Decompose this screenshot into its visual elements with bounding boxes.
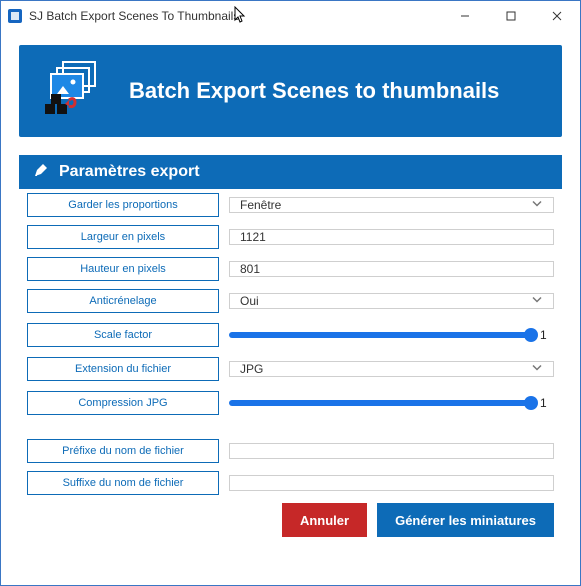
input-width[interactable] (229, 229, 554, 245)
cursor-icon (233, 6, 247, 27)
slider-value: 1 (540, 396, 554, 410)
select-antialias[interactable]: Oui (229, 293, 554, 309)
section-title: Paramètres export (59, 163, 200, 181)
select-file-ext[interactable]: JPG (229, 361, 554, 377)
label-antialias: Anticrénelage (27, 289, 219, 313)
prefix-field[interactable] (240, 444, 543, 458)
titlebar: SJ Batch Export Scenes To Thumbnails (1, 1, 580, 31)
row-prefix: Préfixe du nom de fichier (27, 439, 554, 463)
input-suffix[interactable] (229, 475, 554, 491)
label-height: Hauteur en pixels (27, 257, 219, 281)
section-header: Paramètres export (19, 155, 562, 189)
window-title: SJ Batch Export Scenes To Thumbnails (29, 9, 239, 23)
slider-thumb[interactable] (524, 396, 538, 410)
slider-track[interactable] (229, 332, 536, 338)
height-field[interactable] (240, 262, 543, 276)
row-width: Largeur en pixels (27, 225, 554, 249)
banner-icon (43, 60, 109, 122)
row-suffix: Suffixe du nom de fichier (27, 471, 554, 495)
form: Garder les proportions Fenêtre Largeur e… (19, 189, 562, 495)
actions: Annuler Générer les miniatures (19, 495, 562, 537)
content: Batch Export Scenes to thumbnails Paramè… (1, 31, 580, 585)
chevron-down-icon (531, 198, 543, 213)
maximize-button[interactable] (488, 1, 534, 31)
select-keep-proportions[interactable]: Fenêtre (229, 197, 554, 213)
banner: Batch Export Scenes to thumbnails (19, 45, 562, 137)
minimize-button[interactable] (442, 1, 488, 31)
label-width: Largeur en pixels (27, 225, 219, 249)
label-scale-factor: Scale factor (27, 323, 219, 347)
chevron-down-icon (531, 362, 543, 377)
label-prefix: Préfixe du nom de fichier (27, 439, 219, 463)
slider-thumb[interactable] (524, 328, 538, 342)
close-button[interactable] (534, 1, 580, 31)
chevron-down-icon (531, 294, 543, 309)
row-jpg-compression: Compression JPG 1 (27, 389, 554, 417)
row-scale-factor: Scale factor 1 (27, 321, 554, 349)
label-file-ext: Extension du fichier (27, 357, 219, 381)
select-value: JPG (240, 362, 263, 376)
slider-jpg-compression[interactable]: 1 (229, 389, 554, 417)
label-suffix: Suffixe du nom de fichier (27, 471, 219, 495)
select-value: Oui (240, 294, 259, 308)
input-height[interactable] (229, 261, 554, 277)
settings-section: Paramètres export Garder les proportions… (19, 155, 562, 537)
label-keep-proportions: Garder les proportions (27, 193, 219, 217)
window-controls (442, 1, 580, 31)
row-file-ext: Extension du fichier JPG (27, 357, 554, 381)
slider-scale-factor[interactable]: 1 (229, 321, 554, 349)
select-value: Fenêtre (240, 198, 281, 212)
input-prefix[interactable] (229, 443, 554, 459)
row-antialias: Anticrénelage Oui (27, 289, 554, 313)
app-icon (7, 8, 23, 24)
app-window: SJ Batch Export Scenes To Thumbnails (0, 0, 581, 586)
label-jpg-compression: Compression JPG (27, 391, 219, 415)
slider-track[interactable] (229, 400, 536, 406)
suffix-field[interactable] (240, 476, 543, 490)
width-field[interactable] (240, 230, 543, 244)
row-keep-proportions: Garder les proportions Fenêtre (27, 193, 554, 217)
banner-title: Batch Export Scenes to thumbnails (129, 78, 499, 104)
pencil-icon (33, 162, 49, 183)
generate-button[interactable]: Générer les miniatures (377, 503, 554, 537)
cancel-button[interactable]: Annuler (282, 503, 367, 537)
slider-value: 1 (540, 328, 554, 342)
row-height: Hauteur en pixels (27, 257, 554, 281)
